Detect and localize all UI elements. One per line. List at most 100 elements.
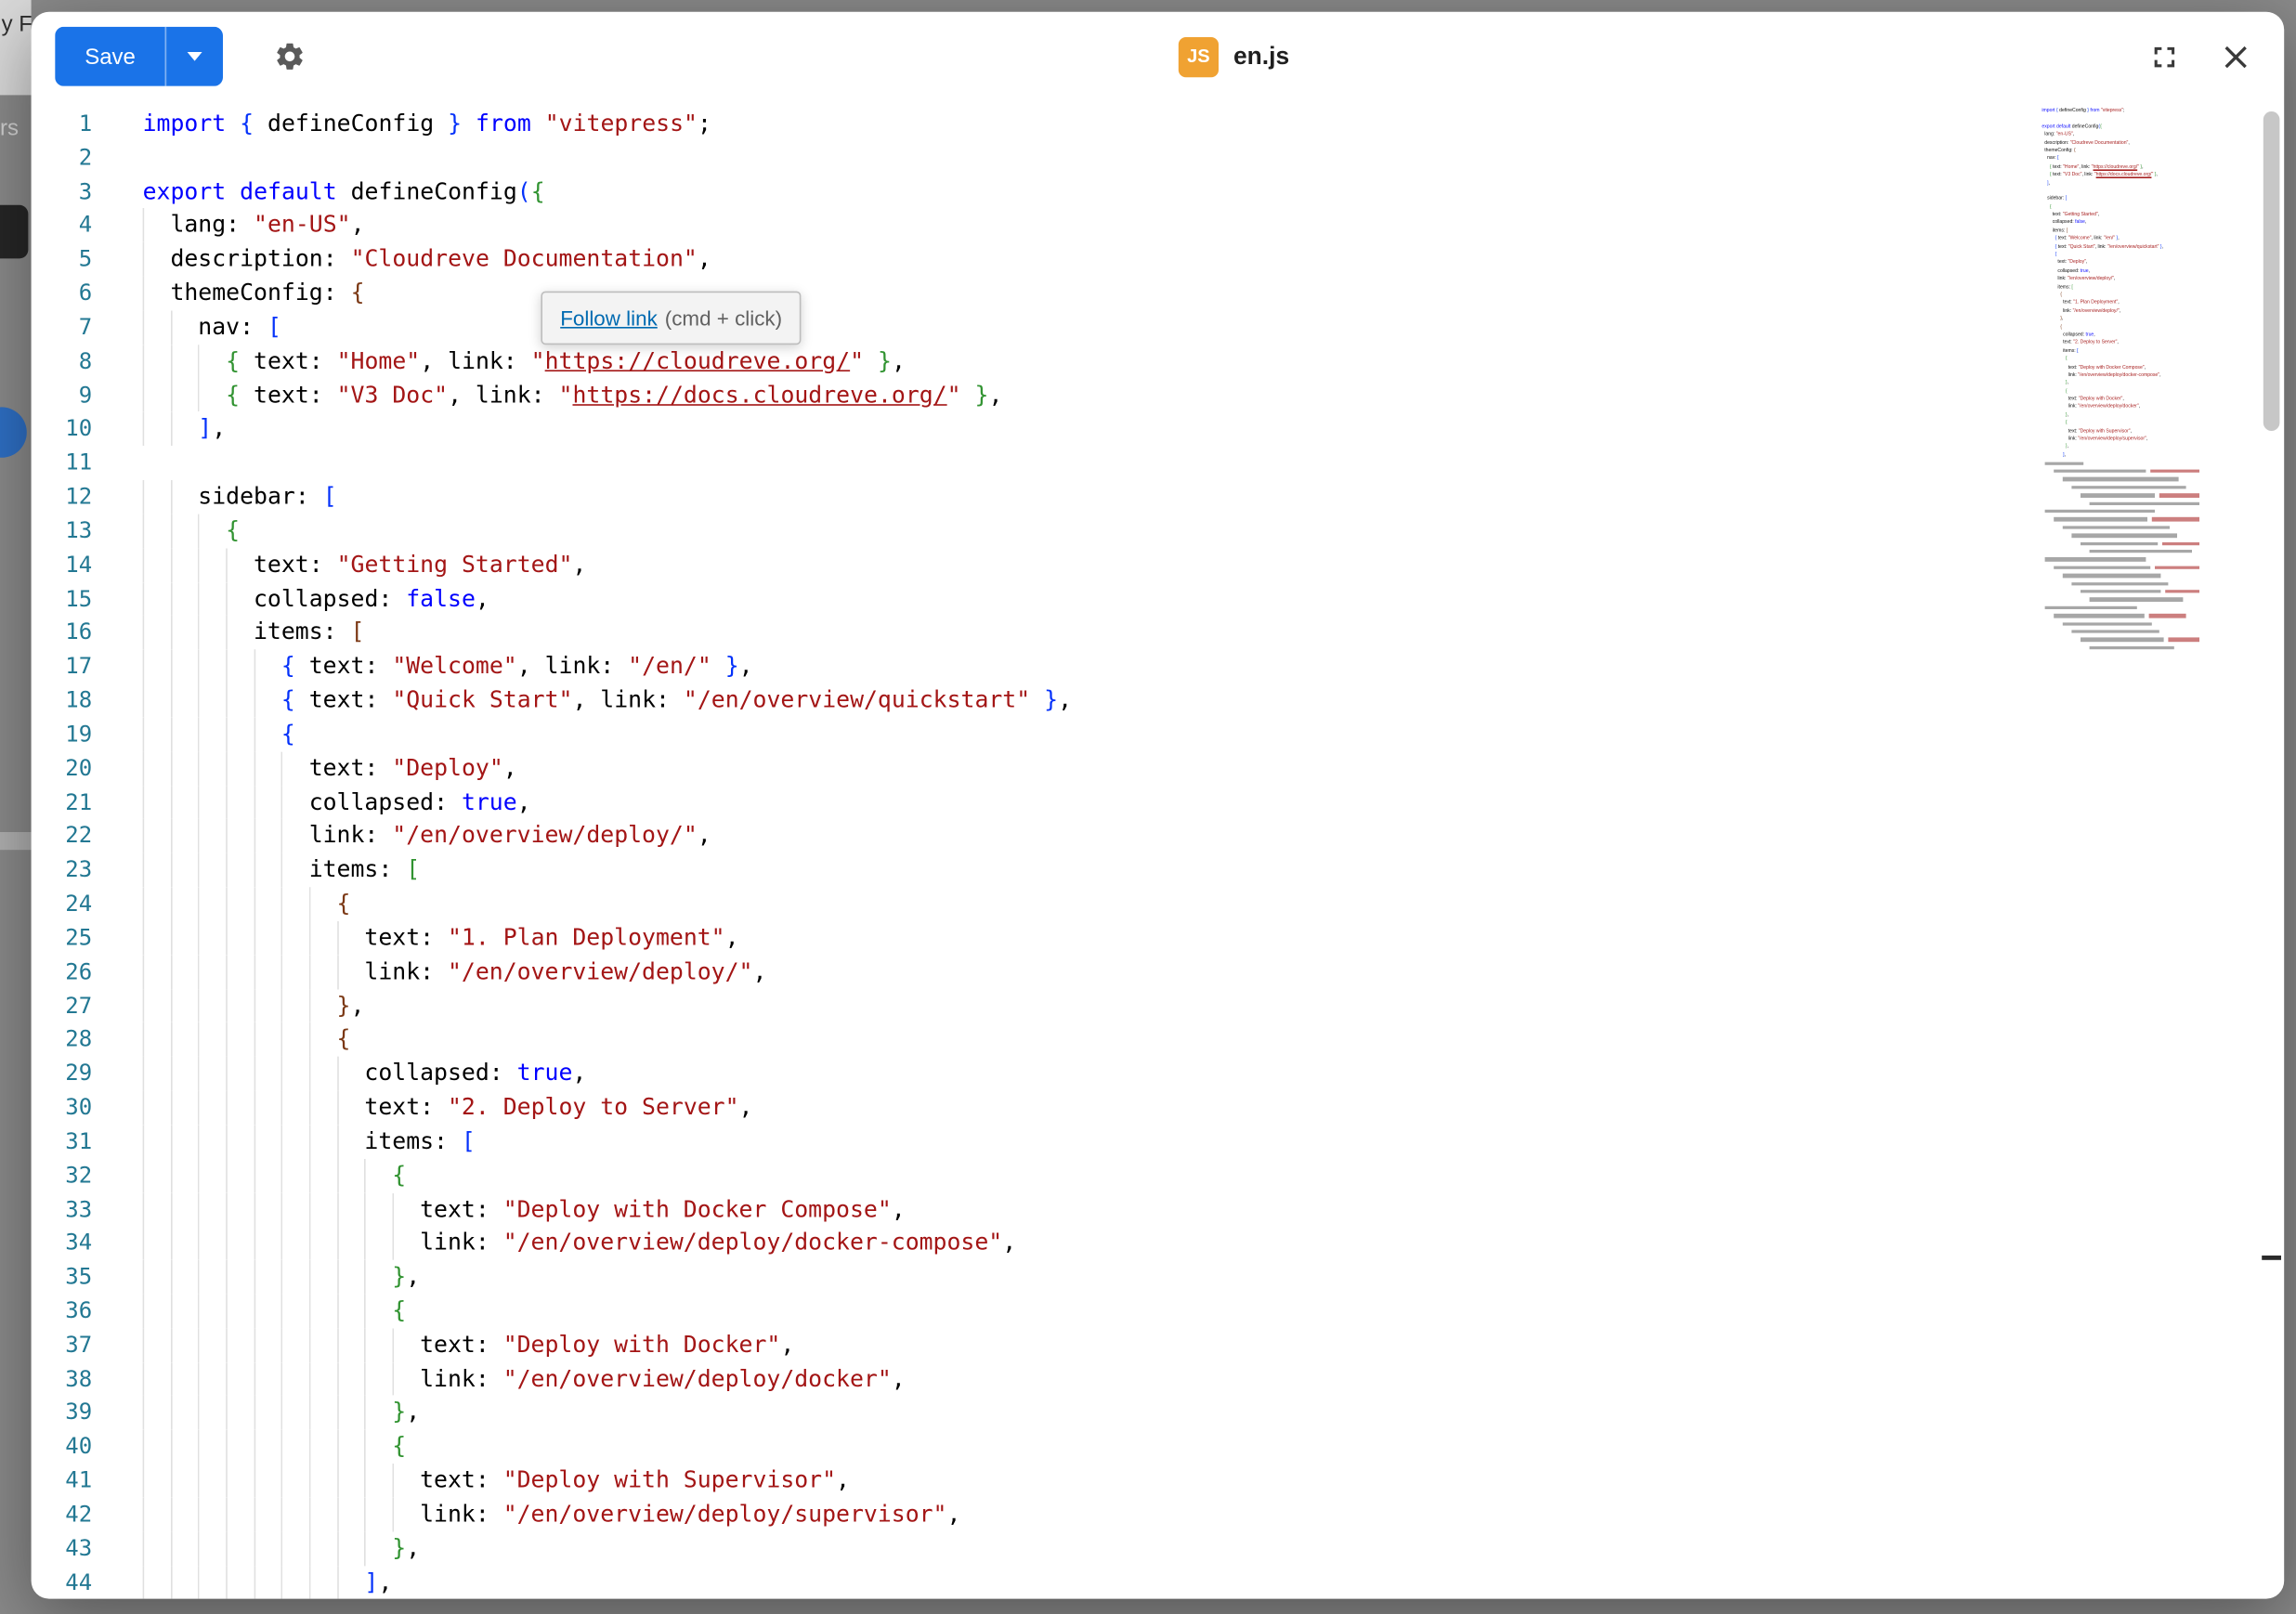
line-number[interactable]: 15 (32, 582, 101, 617)
indent-guide (226, 989, 254, 1023)
line-number[interactable]: 35 (32, 1260, 101, 1295)
line-number[interactable]: 24 (32, 887, 101, 921)
indent-guide (309, 1295, 337, 1329)
code-line: sidebar: [ (143, 480, 2285, 514)
settings-button[interactable] (265, 32, 315, 82)
indent-guide (143, 718, 171, 752)
indent-guide (254, 751, 281, 786)
line-number[interactable]: 25 (32, 921, 101, 956)
indent-guide (226, 1430, 254, 1464)
indent-guide (170, 955, 198, 989)
line-number[interactable]: 5 (32, 242, 101, 277)
indent-guide (281, 955, 309, 989)
follow-link[interactable]: Follow link (560, 306, 658, 331)
line-number[interactable]: 26 (32, 955, 101, 989)
close-button[interactable] (2217, 38, 2254, 75)
indent-guide (309, 1396, 337, 1430)
indent-guide (143, 853, 171, 888)
line-number[interactable]: 2 (32, 141, 101, 176)
indent-guide (170, 1227, 198, 1261)
indent-guide (143, 1498, 171, 1532)
save-dropdown-button[interactable] (165, 27, 223, 86)
line-number[interactable]: 31 (32, 1125, 101, 1159)
line-number[interactable]: 10 (32, 412, 101, 447)
indent-guide (170, 819, 198, 853)
line-number[interactable]: 22 (32, 819, 101, 853)
line-number[interactable]: 9 (32, 378, 101, 412)
indent-guide (170, 1328, 198, 1362)
line-number[interactable]: 17 (32, 650, 101, 684)
code-line (143, 141, 2285, 176)
line-number[interactable]: 27 (32, 989, 101, 1023)
line-number[interactable]: 21 (32, 786, 101, 820)
line-number[interactable]: 41 (32, 1464, 101, 1498)
line-number[interactable]: 16 (32, 616, 101, 650)
indent-guide (364, 1396, 392, 1430)
indent-guide (170, 412, 198, 447)
line-number[interactable]: 18 (32, 683, 101, 718)
indent-guide (143, 1362, 171, 1397)
line-number[interactable]: 39 (32, 1396, 101, 1430)
line-number[interactable]: 11 (32, 446, 101, 480)
code-editor[interactable]: 1234567891011121314151617181920212223242… (32, 101, 2285, 1599)
line-number[interactable]: 8 (32, 345, 101, 379)
screen: y F rs Save JS en.js (0, 0, 2296, 1614)
line-number[interactable]: 28 (32, 1022, 101, 1057)
code-link[interactable]: https://cloudreve.org/ (545, 347, 851, 374)
minimap-line (2042, 571, 2199, 579)
line-number[interactable]: 4 (32, 209, 101, 243)
code-link[interactable]: https://docs.cloudreve.org/ (572, 382, 946, 409)
line-number[interactable]: 30 (32, 1090, 101, 1125)
indent-guide (281, 1464, 309, 1498)
indent-guide (281, 1295, 309, 1329)
code-lines[interactable]: import { defineConfig } from "vitepress"… (101, 101, 2284, 1599)
indent-guide (309, 1022, 337, 1057)
line-number[interactable]: 40 (32, 1430, 101, 1464)
indent-guide (281, 1498, 309, 1532)
indent-guide (198, 1090, 226, 1125)
indent-guide (198, 1022, 226, 1057)
indent-guide (143, 1158, 171, 1192)
fullscreen-button[interactable] (2147, 39, 2182, 73)
indent-guide (309, 887, 337, 921)
code-line: export default defineConfig({ (143, 175, 2285, 209)
indent-guide (254, 786, 281, 820)
line-number[interactable]: 12 (32, 480, 101, 514)
line-number[interactable]: 38 (32, 1362, 101, 1397)
code-line: items: [ (143, 853, 2285, 888)
indent-guide (226, 819, 254, 853)
indent-guide (254, 1531, 281, 1566)
indent-guide (170, 887, 198, 921)
minimap-line (2042, 628, 2199, 636)
line-number[interactable]: 23 (32, 853, 101, 888)
code-line: collapsed: true, (143, 1057, 2285, 1091)
line-number[interactable]: 44 (32, 1566, 101, 1599)
line-number[interactable]: 14 (32, 548, 101, 582)
line-number[interactable]: 6 (32, 277, 101, 311)
scrollbar-thumb[interactable] (2263, 111, 2280, 431)
line-number[interactable]: 34 (32, 1227, 101, 1261)
line-number[interactable]: 3 (32, 175, 101, 209)
code-line: link: "/en/overview/deploy/", (143, 819, 2285, 853)
minimap[interactable]: import { defineConfig } from "vitepress"… (2042, 107, 2199, 652)
line-number[interactable]: 20 (32, 751, 101, 786)
line-number[interactable]: 29 (32, 1057, 101, 1091)
line-number[interactable]: 13 (32, 514, 101, 549)
indent-guide (254, 1125, 281, 1159)
line-number[interactable]: 43 (32, 1531, 101, 1566)
line-number[interactable]: 32 (32, 1158, 101, 1192)
line-number[interactable]: 42 (32, 1498, 101, 1532)
indent-guide (364, 1192, 392, 1227)
indent-guide (143, 310, 171, 345)
close-icon (2217, 38, 2254, 75)
indent-guide (198, 1464, 226, 1498)
indent-guide (392, 1328, 420, 1362)
save-button[interactable]: Save (55, 27, 165, 86)
line-number[interactable]: 1 (32, 107, 101, 141)
line-number[interactable]: 7 (32, 310, 101, 345)
line-number[interactable]: 19 (32, 718, 101, 752)
line-number[interactable]: 33 (32, 1192, 101, 1227)
code-line: import { defineConfig } from "vitepress"… (143, 107, 2285, 141)
line-number[interactable]: 37 (32, 1328, 101, 1362)
line-number[interactable]: 36 (32, 1295, 101, 1329)
